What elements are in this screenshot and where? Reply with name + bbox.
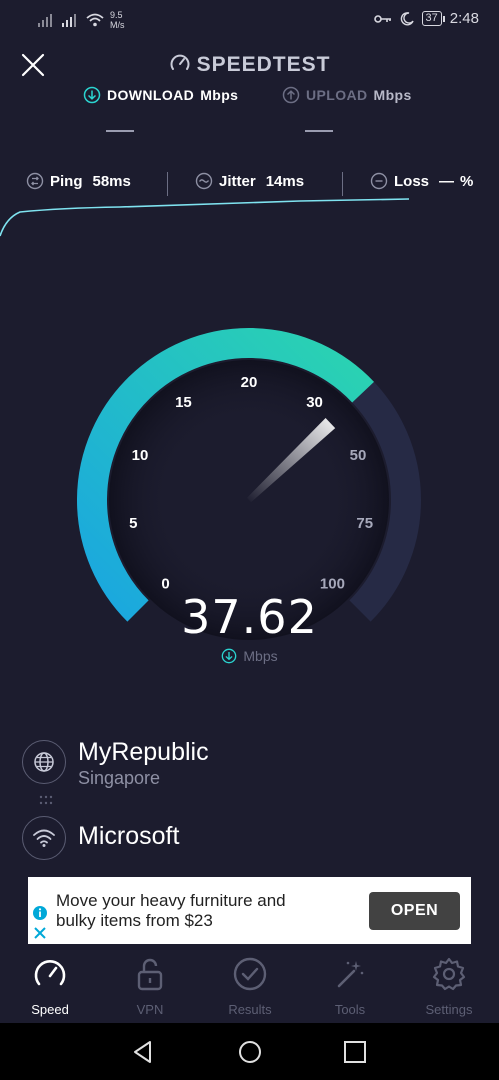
ad-banner[interactable]: Move your heavy furniture and bulky item…: [28, 877, 471, 944]
gauge-scale-label: 30: [306, 394, 323, 411]
ad-text: Move your heavy furniture and bulky item…: [56, 891, 356, 931]
tab-download-label: DOWNLOAD: [107, 87, 195, 103]
isp-location: Singapore: [78, 768, 161, 788]
gauge-scale-label: 50: [350, 447, 367, 464]
network-speed-unit: M/s: [110, 20, 125, 30]
gauge-scale-label: 15: [175, 394, 192, 411]
check-circle-icon: [233, 957, 267, 991]
wifi-icon: [33, 829, 55, 847]
status-left: 9.5 M/s: [38, 10, 125, 30]
tab-download-unit: Mbps: [200, 87, 239, 103]
host-info[interactable]: Microsoft: [22, 814, 482, 862]
info-icon[interactable]: [32, 905, 48, 921]
signal-icon: [62, 14, 76, 27]
tab-upload[interactable]: UPLOAD Mbps: [282, 86, 412, 104]
clock: 2:48: [449, 10, 479, 27]
nav-item-tools-label: Tools: [334, 1002, 366, 1017]
ping-value: 58ms: [92, 172, 131, 190]
nav-item-vpn-label: VPN: [136, 1002, 164, 1017]
nav-item-settings[interactable]: Settings: [399, 955, 499, 1017]
ad-text-line2: bulky items from $23: [56, 911, 213, 930]
speed-unit: Mbps: [243, 648, 278, 664]
nav-item-settings-label: Settings: [425, 1002, 473, 1017]
page-title: SPEEDTEST: [0, 52, 499, 77]
isp-name: MyRepublic: [78, 738, 209, 766]
bottom-nav: Speed VPN Results Tools Settings: [0, 947, 499, 1023]
battery-icon: 37: [421, 11, 446, 26]
loss-label: Loss: [394, 172, 430, 190]
system-nav-bar: [0, 1023, 499, 1080]
download-arrow-icon: [222, 648, 237, 664]
status-bar: 9.5 M/s 37 2:48: [0, 0, 499, 40]
connection-dots: [39, 795, 53, 805]
tab-download[interactable]: DOWNLOAD Mbps: [83, 86, 238, 104]
host-icon-wrap: [22, 816, 66, 860]
back-icon[interactable]: [130, 1039, 156, 1065]
speed-unit-row: Mbps: [0, 648, 499, 664]
metrics-row: Ping 58ms Jitter 14ms Loss — %: [0, 168, 499, 196]
speedometer-icon: [34, 960, 66, 986]
gear-icon: [432, 957, 466, 991]
magic-wand-icon: [337, 961, 364, 988]
isp-icon-wrap: [22, 740, 66, 784]
tab-upload-label: UPLOAD: [306, 87, 368, 103]
speed-graph: [0, 198, 410, 237]
nav-item-results-label: Results: [228, 1002, 272, 1017]
direction-tabs: DOWNLOAD Mbps UPLOAD Mbps: [0, 86, 499, 108]
speed-reading: 37.62 Mbps: [0, 590, 499, 664]
download-value-placeholder: [106, 130, 134, 132]
gauge-scale-label: 10: [132, 447, 149, 464]
ping-metric: Ping 58ms: [26, 172, 131, 190]
ad-text-line1: Move your heavy furniture and: [56, 891, 286, 910]
upload-value-placeholder: [305, 130, 333, 132]
loss-value: —: [439, 172, 455, 190]
ad-open-button[interactable]: OPEN: [369, 892, 460, 930]
speed-graph-line: [0, 198, 410, 237]
moon-icon: [400, 11, 414, 25]
top-bar: SPEEDTEST: [0, 40, 499, 88]
jitter-metric: Jitter 14ms: [195, 172, 304, 190]
gauge-scale-label: 75: [356, 515, 373, 532]
loss-metric: Loss — %: [370, 172, 473, 190]
key-icon: [373, 14, 391, 23]
metrics-divider: [342, 172, 343, 196]
nav-item-results[interactable]: Results: [200, 955, 300, 1017]
loss-icon: [370, 172, 388, 190]
jitter-value: 14ms: [265, 172, 305, 190]
gauge-scale-label: 5: [129, 515, 137, 532]
close-icon[interactable]: [32, 925, 48, 941]
loss-unit: %: [460, 172, 474, 190]
nav-item-tools[interactable]: Tools: [300, 955, 400, 1017]
wifi-icon: [86, 13, 104, 27]
isp-info[interactable]: MyRepublic Singapore: [22, 738, 482, 788]
network-speed-value: 9.5: [110, 10, 123, 20]
signal-icon: [38, 14, 52, 27]
jitter-label: Jitter: [219, 172, 256, 190]
ping-label: Ping: [50, 172, 83, 190]
nav-item-speed[interactable]: Speed: [0, 955, 100, 1017]
speed-value: 37.62: [181, 590, 318, 644]
gauge-scale-label: 20: [241, 374, 258, 391]
ping-icon: [26, 172, 44, 190]
tab-upload-unit: Mbps: [373, 87, 412, 103]
nav-item-speed-label: Speed: [31, 1002, 69, 1017]
speedometer-icon: [170, 54, 190, 70]
home-icon[interactable]: [237, 1039, 263, 1065]
jitter-icon: [195, 172, 213, 190]
host-name: Microsoft: [78, 822, 180, 850]
lock-icon: [137, 958, 163, 991]
network-speed: 9.5 M/s: [110, 10, 125, 30]
metrics-divider: [167, 172, 168, 196]
recents-icon[interactable]: [342, 1039, 368, 1065]
nav-item-vpn[interactable]: VPN: [100, 955, 200, 1017]
status-right: 37 2:48: [373, 10, 479, 27]
globe-icon: [34, 752, 54, 772]
title-text: SPEEDTEST: [196, 53, 331, 76]
download-arrow-icon: [83, 86, 101, 104]
upload-arrow-icon: [282, 86, 300, 104]
